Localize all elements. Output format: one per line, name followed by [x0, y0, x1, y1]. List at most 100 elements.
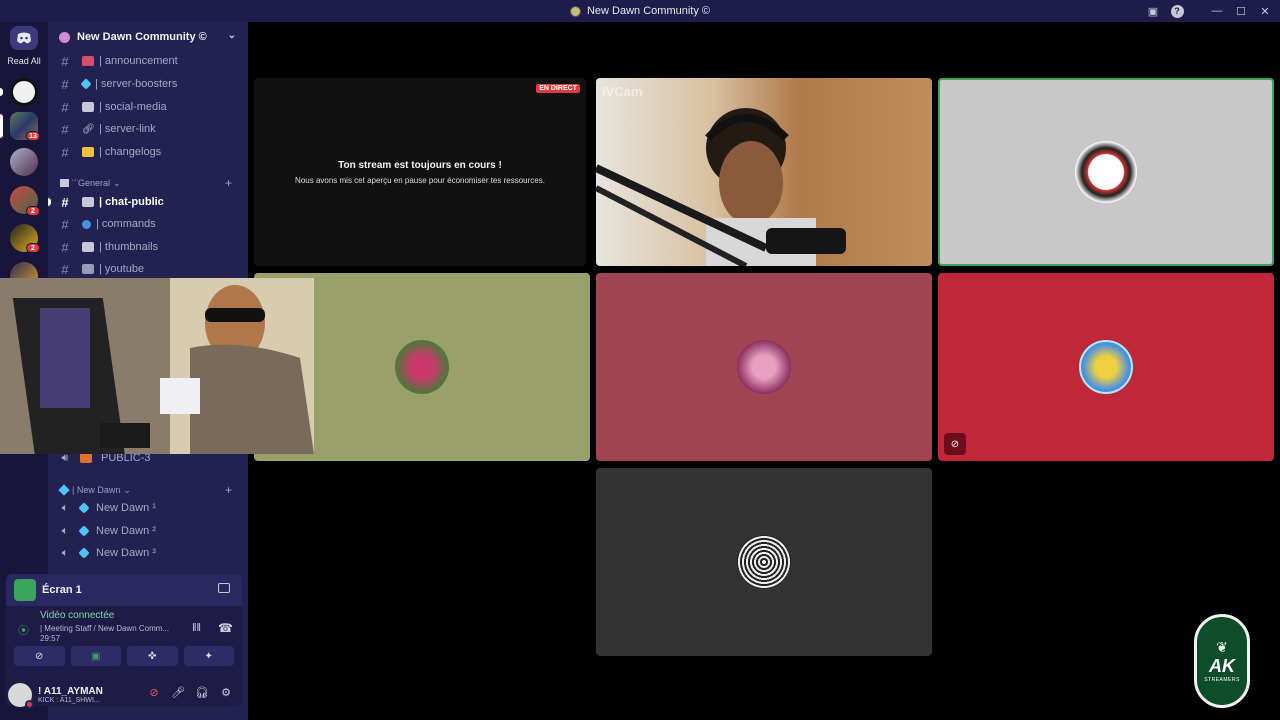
- category-general[interactable]: ¨¨General ⌄ +: [60, 176, 240, 190]
- channel-chat-public[interactable]: # | chat-public: [56, 192, 242, 212]
- camera-tile-ivcam[interactable]: iVCam: [596, 78, 932, 266]
- hash-icon: #: [61, 261, 69, 277]
- channel-server-link[interactable]: # 🔗︎ | server-link: [56, 119, 242, 139]
- maximize-icon[interactable]: ☐: [1232, 2, 1250, 20]
- participant-avatar: [737, 535, 791, 589]
- channel-thumbnails[interactable]: # | thumbnails: [56, 237, 242, 257]
- connection-signal-icon[interactable]: ⦿: [18, 622, 29, 638]
- channel-youtube[interactable]: # | youtube: [56, 259, 242, 279]
- logo-text: AK: [1209, 656, 1235, 676]
- video-off-icon[interactable]: ⊘: [146, 686, 162, 702]
- hash-icon: #: [61, 53, 69, 69]
- add-channel-icon[interactable]: +: [225, 176, 232, 190]
- read-all-button[interactable]: Read All: [0, 56, 48, 66]
- soundboard-button[interactable]: ✦: [183, 646, 234, 666]
- channel-label: New Dawn ²: [96, 525, 156, 537]
- link-icon: 🔗︎: [82, 124, 95, 135]
- window-title: New Dawn Community ©: [586, 5, 711, 17]
- channel-label: | announcement: [99, 55, 178, 67]
- participant-avatar: [395, 340, 449, 394]
- noise-suppression-icon[interactable]: ‖‖: [192, 622, 201, 634]
- server-header[interactable]: New Dawn Community © ⌄: [48, 22, 248, 52]
- diamond-icon: [58, 484, 70, 496]
- microphone-icon[interactable]: 🎤︎: [170, 686, 186, 702]
- live-badge: EN DIRECT: [536, 84, 580, 93]
- server-icon[interactable]: [10, 148, 38, 176]
- participant-avatar: [1079, 340, 1133, 394]
- participant-tile[interactable]: [596, 273, 932, 461]
- disconnect-icon[interactable]: ☎︎: [218, 621, 233, 635]
- speaker-locked-icon: 🔈︎: [61, 524, 69, 537]
- category-new-dawn[interactable]: | New Dawn ⌄ +: [58, 483, 240, 497]
- discord-home-icon[interactable]: [10, 26, 38, 50]
- keyboard-icon: [82, 102, 94, 112]
- pip-camera-overlay[interactable]: [0, 278, 314, 454]
- participant-tile-speaking[interactable]: [938, 78, 1274, 266]
- chevron-down-icon[interactable]: ⌄: [228, 30, 236, 41]
- mention-badge: 2: [26, 243, 40, 253]
- screen-share-icon: [14, 579, 36, 601]
- voice-channel-new-dawn-2[interactable]: 🔈︎ New Dawn ²: [56, 521, 242, 541]
- channel-commands[interactable]: # | commands: [56, 214, 242, 234]
- voice-action-row: ⊘ ▣ ✜ ✦: [14, 646, 234, 668]
- participant-tile[interactable]: [596, 468, 932, 656]
- channel-social-media[interactable]: # | social-media: [56, 97, 242, 117]
- hash-icon: #: [61, 99, 69, 115]
- window-title-group: New Dawn Community ©: [569, 5, 711, 17]
- user-info[interactable]: ! A11_AYMAN KICK : A11_SHWI...: [38, 686, 128, 704]
- close-icon[interactable]: ✕: [1256, 2, 1274, 20]
- chevron-down-icon: ⌄: [123, 484, 131, 495]
- diamond-icon: [78, 502, 90, 514]
- unread-indicator: [0, 88, 3, 96]
- mention-badge: 2: [26, 206, 40, 216]
- chevron-down-icon: ⌄: [113, 177, 121, 188]
- server-logo-icon: [569, 5, 581, 17]
- webcam-person-image: [596, 108, 846, 266]
- channel-label: | commands: [96, 218, 156, 230]
- voice-channel-new-dawn-1[interactable]: 🔈︎ New Dawn ¹: [56, 498, 242, 518]
- voice-status[interactable]: Vidéo connectée: [40, 610, 114, 621]
- category-label: ¨¨General: [72, 178, 111, 188]
- channel-label: | thumbnails: [99, 241, 159, 253]
- selected-indicator: [0, 114, 3, 138]
- gear-icon[interactable]: ⚙︎: [218, 686, 234, 702]
- minimize-icon[interactable]: —: [1208, 2, 1226, 20]
- help-icon[interactable]: ?: [1168, 2, 1186, 20]
- camera-off-button[interactable]: ⊘: [14, 646, 65, 666]
- popout-icon[interactable]: [218, 583, 230, 593]
- channel-server-boosters[interactable]: # | server-boosters: [56, 74, 242, 94]
- participant-avatar: [737, 340, 791, 394]
- channel-announcement[interactable]: # | announcement: [56, 51, 242, 71]
- hash-icon: #: [61, 76, 69, 92]
- diamond-icon: [80, 78, 92, 90]
- window-titlebar: New Dawn Community © ▣ ? — ☐ ✕: [0, 0, 1280, 22]
- speaker-locked-icon: 🔈︎: [61, 546, 69, 559]
- camera-off-icon: ⊘: [35, 650, 44, 662]
- voice-channel-new-dawn-3[interactable]: 🔈︎ New Dawn ³: [56, 543, 242, 563]
- channel-changelogs[interactable]: # | changelogs: [56, 142, 242, 162]
- user-panel: ! A11_AYMAN KICK : A11_SHWI... ⊘ 🎤︎ 🎧︎ ⚙…: [8, 680, 240, 710]
- stop-screen-share-button[interactable]: ▣: [70, 646, 121, 666]
- mention-badge: 13: [26, 131, 40, 141]
- activities-button[interactable]: ✜: [127, 646, 178, 666]
- keyboard-icon: [82, 264, 94, 274]
- channel-label: | server-boosters: [95, 78, 178, 90]
- inbox-icon[interactable]: ▣: [1144, 2, 1162, 20]
- participant-tile-muted[interactable]: ⊘: [938, 273, 1274, 461]
- avatar[interactable]: [8, 683, 34, 709]
- gamepad-icon: ✜: [148, 650, 157, 662]
- voice-elapsed-time: 29:57: [40, 634, 61, 643]
- participant-avatar: [1075, 141, 1137, 203]
- window-controls: ▣ ? — ☐ ✕: [1144, 2, 1274, 20]
- stream-tile-paused[interactable]: EN DIRECT Ton stream est toujours en cou…: [254, 78, 586, 266]
- hash-icon: #: [61, 121, 69, 137]
- server-name: New Dawn Community ©: [77, 31, 207, 43]
- phoenix-icon: ❦: [1216, 639, 1228, 655]
- bot-icon: [82, 219, 91, 229]
- voice-channel-path[interactable]: | Meeting Staff / New Dawn Comm...: [40, 624, 190, 633]
- category-label: | New Dawn: [72, 485, 121, 495]
- server-icon-psa[interactable]: [10, 78, 38, 106]
- add-channel-icon[interactable]: +: [225, 483, 232, 497]
- headphones-icon[interactable]: 🎧︎: [194, 686, 210, 702]
